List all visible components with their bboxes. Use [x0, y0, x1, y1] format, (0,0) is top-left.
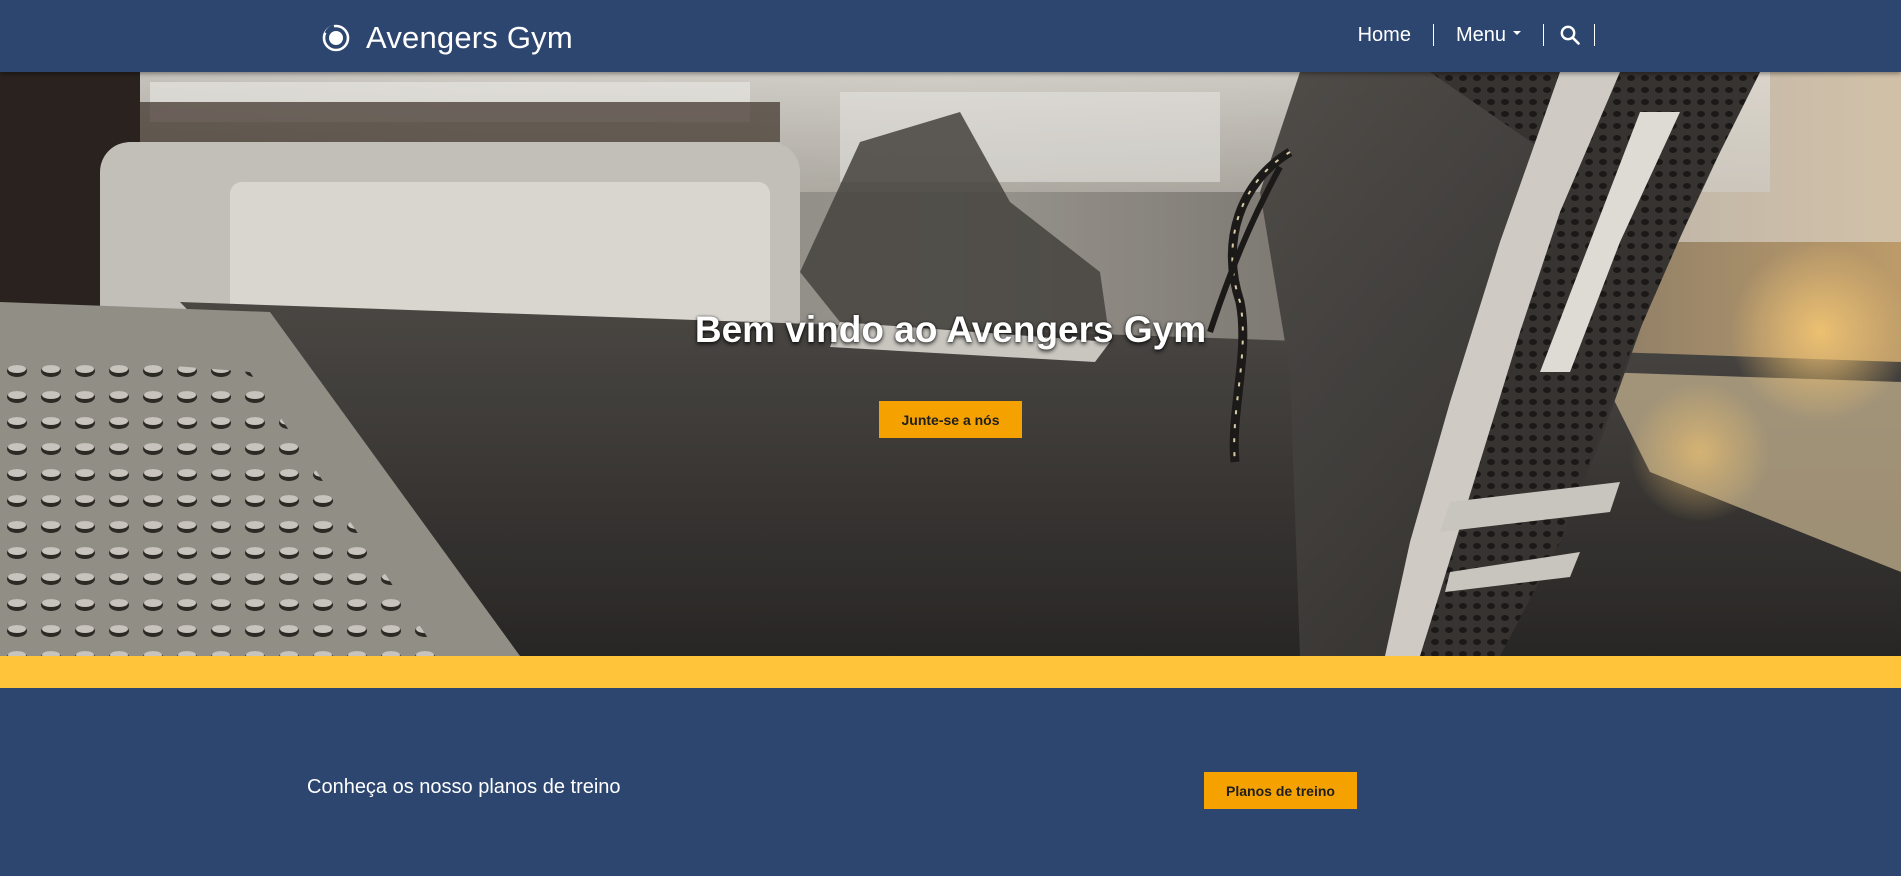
brand-name: Avengers Gym [366, 20, 573, 55]
training-plans-button[interactable]: Planos de treino [1204, 772, 1357, 809]
join-us-button[interactable]: Junte-se a nós [879, 401, 1022, 438]
search-button[interactable] [1544, 22, 1594, 48]
search-icon [1560, 25, 1580, 45]
nav-divider [1594, 24, 1595, 46]
caret-down-icon [1513, 31, 1521, 35]
circle-logo-icon [322, 24, 350, 52]
navbar: Avengers Gym Home Menu [0, 0, 1901, 72]
nav-menu-label: Menu [1455, 23, 1506, 46]
plans-text: Conheça os nosso planos de treino [307, 776, 621, 798]
brand-link[interactable]: Avengers Gym [322, 20, 573, 56]
hero-title: Bem vindo ao Avengers Gym [694, 309, 1207, 350]
plans-section: Conheça os nosso planos de treino Planos… [0, 688, 1901, 876]
nav-menu-dropdown[interactable]: Menu [1434, 22, 1543, 48]
hero-section: Bem vindo ao Avengers Gym Junte-se a nós [0, 72, 1901, 656]
main-nav: Home Menu [1358, 22, 1595, 48]
nav-home-label: Home [1357, 23, 1411, 46]
accent-stripe [0, 656, 1901, 688]
nav-home-link[interactable]: Home [1358, 22, 1433, 48]
hero-background-image [0, 72, 1901, 656]
